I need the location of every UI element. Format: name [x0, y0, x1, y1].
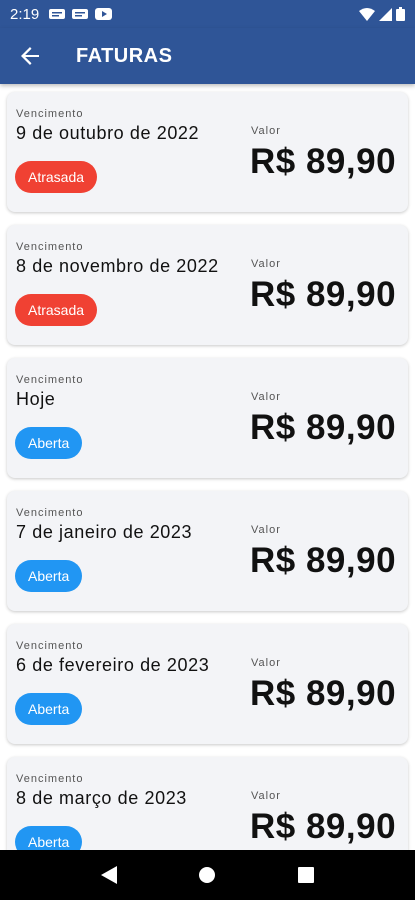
back-button[interactable]: [0, 28, 60, 84]
status-badge[interactable]: Atrasada: [15, 294, 98, 326]
invoice-amount: R$ 89,90: [250, 674, 397, 713]
invoice-card[interactable]: Vencimento 8 de março de 2023 Aberta Val…: [7, 757, 408, 850]
due-date: Hoje: [16, 389, 56, 409]
vencimento-label: Vencimento: [16, 640, 84, 652]
valor-label: Valor: [251, 125, 281, 137]
vencimento-label: Vencimento: [16, 507, 84, 519]
home-circle-icon: [199, 867, 216, 883]
system-nav-bar: [0, 850, 415, 900]
valor-label: Valor: [251, 258, 281, 270]
arrow-back-icon: [21, 47, 39, 65]
vencimento-label: Vencimento: [16, 108, 84, 120]
nav-back-button[interactable]: [89, 855, 129, 895]
page-title: FATURAS: [76, 44, 173, 67]
invoice-card[interactable]: Vencimento 7 de janeiro de 2023 Aberta V…: [7, 491, 408, 611]
notification-icon: [49, 9, 66, 19]
status-badge[interactable]: Aberta: [15, 427, 83, 459]
invoice-amount: R$ 89,90: [250, 275, 397, 314]
invoice-list[interactable]: Vencimento 9 de outubro de 2022 Atrasada…: [0, 84, 415, 850]
vencimento-label: Vencimento: [16, 773, 84, 785]
due-date: 8 de março de 2023: [16, 788, 187, 808]
valor-label: Valor: [251, 391, 281, 403]
youtube-icon: [95, 8, 113, 20]
wifi-icon: [359, 7, 375, 21]
valor-label: Valor: [251, 657, 281, 669]
vencimento-label: Vencimento: [16, 374, 84, 386]
due-date: 7 de janeiro de 2023: [16, 522, 193, 542]
invoice-amount: R$ 89,90: [250, 142, 397, 181]
due-date: 6 de fevereiro de 2023: [16, 655, 210, 675]
valor-label: Valor: [251, 524, 281, 536]
status-badge[interactable]: Atrasada: [15, 161, 98, 193]
status-right-icons: [359, 7, 405, 21]
back-triangle-icon: [101, 866, 118, 884]
signal-icon: [379, 7, 392, 21]
recents-square-icon: [297, 867, 314, 883]
vencimento-label: Vencimento: [16, 241, 84, 253]
app-bar: FATURAS: [0, 28, 415, 84]
status-badge[interactable]: Aberta: [15, 560, 83, 592]
due-date: 8 de novembro de 2022: [16, 256, 219, 276]
invoice-card[interactable]: Vencimento 9 de outubro de 2022 Atrasada…: [7, 92, 408, 212]
status-left-icons: [49, 8, 113, 20]
status-bar: 2:19: [0, 0, 415, 28]
battery-icon: [396, 7, 405, 21]
nav-home-button[interactable]: [187, 855, 227, 895]
status-time: 2:19: [10, 5, 40, 23]
invoice-amount: R$ 89,90: [250, 807, 397, 846]
invoice-card[interactable]: Vencimento Hoje Aberta Valor R$ 89,90: [7, 358, 408, 478]
valor-label: Valor: [251, 790, 281, 802]
invoice-amount: R$ 89,90: [250, 541, 397, 580]
invoice-amount: R$ 89,90: [250, 408, 397, 447]
status-badge[interactable]: Aberta: [15, 693, 83, 725]
nav-recents-button[interactable]: [286, 855, 326, 895]
invoice-card[interactable]: Vencimento 8 de novembro de 2022 Atrasad…: [7, 225, 408, 345]
status-badge[interactable]: Aberta: [15, 826, 83, 850]
invoice-card[interactable]: Vencimento 6 de fevereiro de 2023 Aberta…: [7, 624, 408, 744]
notification-icon: [72, 9, 89, 19]
due-date: 9 de outubro de 2022: [16, 123, 200, 143]
